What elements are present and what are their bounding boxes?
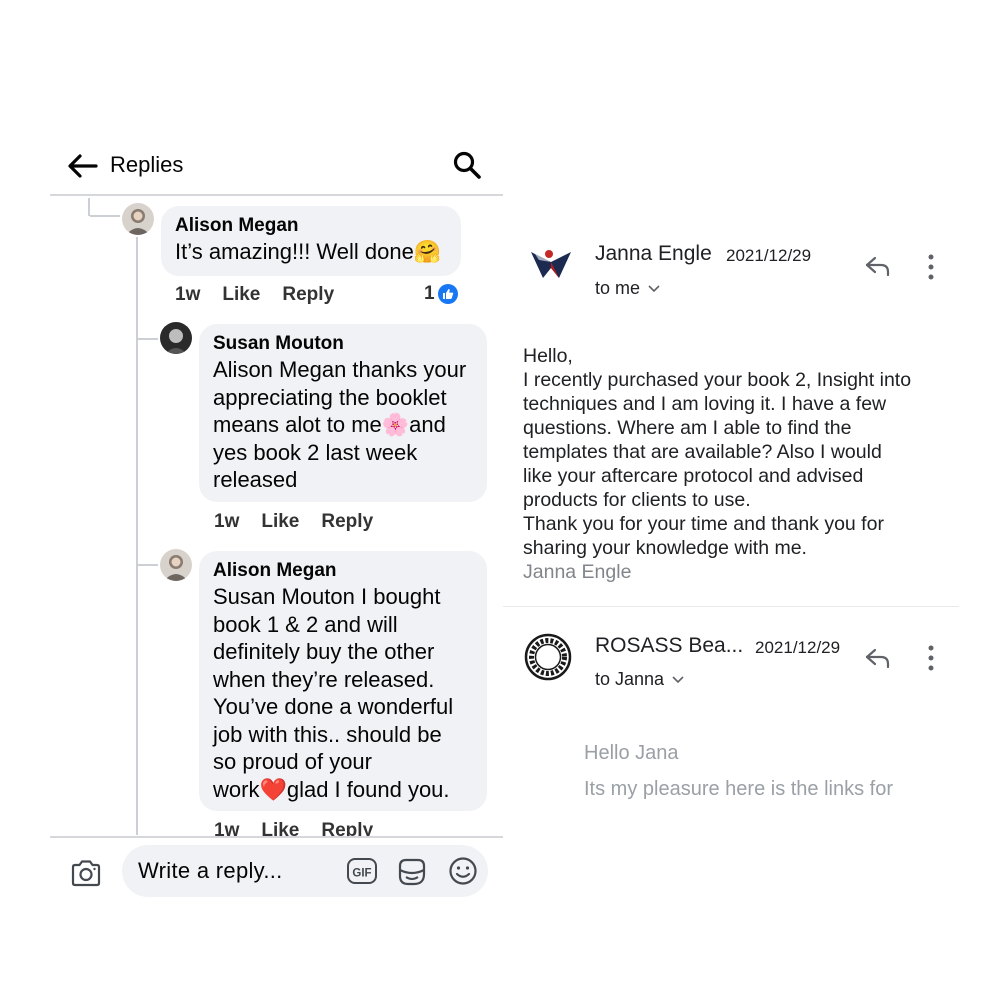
signature: Janna Engle — [523, 561, 632, 583]
comment-author[interactable]: Alison Megan — [175, 214, 447, 238]
reply-icon[interactable] — [864, 254, 892, 278]
recipient-label: to me — [595, 278, 641, 298]
search-icon[interactable] — [452, 150, 482, 180]
comment-text-line: work❤️glad I found you. — [213, 776, 450, 802]
message-date: 2021/12/29 — [726, 246, 812, 265]
message-divider — [503, 606, 959, 607]
thread-connector — [138, 338, 158, 340]
thread-connector — [138, 564, 158, 566]
comment-text-line: so proud of your — [213, 749, 372, 774]
body-line: I recently purchased your book 2, Insigh… — [523, 369, 912, 391]
sticker-icon[interactable] — [396, 856, 428, 888]
person-avatar-icon — [160, 322, 192, 354]
comment-text-line: job with this.. should be — [213, 721, 442, 747]
replies-panel: Replies Alison Megan It’s amazing!!! Wel… — [50, 140, 503, 910]
body-line: techniques and I am loving it. I have a … — [523, 393, 887, 415]
sender-name[interactable]: ROSASS Bea... — [595, 634, 743, 658]
page-title: Replies — [110, 152, 184, 177]
comment-actions: 1w Like Reply — [175, 284, 356, 306]
thread-connector — [88, 198, 90, 216]
sender-name[interactable]: Janna Engle — [595, 242, 712, 266]
avatar[interactable] — [160, 549, 192, 581]
gif-icon[interactable]: GIF — [346, 856, 378, 886]
recipient-details-toggle[interactable]: to Janna — [595, 669, 684, 690]
person-avatar-icon — [160, 549, 192, 581]
recipient-label: to Janna — [595, 669, 665, 689]
comment-text-line: appreciating the booklet — [213, 384, 447, 410]
comment-text-line: Susan Mouton I bought — [213, 584, 441, 609]
more-vert-icon[interactable] — [926, 644, 936, 672]
comment-text: It’s amazing!!! Well done🤗 — [175, 239, 442, 264]
reply-button[interactable]: Reply — [321, 511, 373, 532]
like-button[interactable]: Like — [261, 511, 299, 532]
comment-time: 1w — [175, 284, 201, 305]
more-vert-icon[interactable] — [926, 253, 936, 281]
body-line: sharing your knowledge with me. — [523, 537, 807, 559]
reply-icon[interactable] — [864, 646, 892, 670]
replies-header: Replies — [50, 140, 503, 196]
body-line: Thank you for your time and thank you fo… — [523, 513, 884, 535]
body-line: like your aftercare protocol and advised — [523, 465, 864, 487]
smile-icon[interactable] — [448, 856, 478, 886]
person-avatar-icon — [122, 203, 154, 235]
like-button[interactable]: Like — [222, 284, 260, 305]
reply-button[interactable]: Reply — [282, 284, 334, 305]
chevron-down-icon — [648, 284, 660, 292]
comment-time: 1w — [214, 820, 240, 836]
sender-logo-icon[interactable] — [529, 244, 573, 280]
reply-input[interactable]: Write a reply... GIF — [122, 845, 488, 897]
thread-connector — [136, 237, 138, 835]
comment-text-line: book 1 & 2 and will — [213, 611, 398, 637]
reply-button[interactable]: Reply — [321, 820, 373, 836]
gif-label: GIF — [352, 868, 371, 880]
body-line: products for clients to use. — [523, 489, 751, 511]
comment-text-line: means alot to me🌸and — [213, 412, 446, 437]
comment-bubble: Alison Megan Susan Mouton I bought book … — [199, 551, 487, 811]
avatar[interactable] — [122, 203, 154, 235]
comment-text-line: definitely buy the other — [213, 639, 435, 664]
reaction-count-value: 1 — [424, 283, 435, 304]
reaction-count[interactable]: 1 — [424, 283, 458, 305]
composer-divider — [50, 836, 503, 838]
comment-author[interactable]: Susan Mouton — [213, 332, 473, 356]
comment-text-line: Alison Megan thanks your — [213, 357, 467, 382]
like-button[interactable]: Like — [261, 820, 299, 836]
avatar[interactable] — [160, 322, 192, 354]
body-line: Hello, — [523, 345, 573, 367]
camera-icon[interactable] — [70, 858, 102, 888]
comment-bubble: Susan Mouton Alison Megan thanks your ap… — [199, 324, 487, 502]
message-preview-line: Hello Jana — [584, 742, 679, 764]
clipped-actions-wrapper: 1w Like Reply — [200, 814, 500, 836]
back-arrow-icon[interactable] — [66, 152, 98, 180]
thumbs-up-icon — [437, 284, 458, 304]
message-preview-line: Its my pleasure here is the links for — [584, 778, 894, 800]
sender-logo-icon[interactable] — [524, 633, 572, 681]
comment-actions: 1w Like Reply — [214, 820, 395, 836]
comment-text-line: You’ve done a wonderful — [213, 694, 454, 719]
comment-text-line: yes book 2 last week — [213, 439, 418, 465]
comment-author[interactable]: Alison Megan — [213, 559, 473, 583]
comment-text-line: released — [213, 467, 298, 492]
email-thread: Janna Engle 2021/12/29 to me Hello, I re… — [503, 220, 963, 820]
comment-text-line: when they’re released. — [213, 666, 435, 692]
comment-time: 1w — [214, 511, 240, 532]
message-body: Hello, I recently purchased your book 2,… — [523, 344, 943, 584]
body-line: questions. Where am I able to find the — [523, 417, 852, 439]
message-date: 2021/12/29 — [755, 638, 841, 657]
chevron-down-icon — [672, 675, 684, 683]
thread-connector — [90, 215, 120, 217]
reply-placeholder: Write a reply... — [138, 858, 283, 883]
comment-actions: 1w Like Reply — [214, 511, 395, 533]
recipient-details-toggle[interactable]: to me — [595, 278, 660, 299]
body-line: templates that are available? Also I wou… — [523, 441, 882, 463]
comment-bubble: Alison Megan It’s amazing!!! Well done🤗 — [161, 206, 461, 276]
